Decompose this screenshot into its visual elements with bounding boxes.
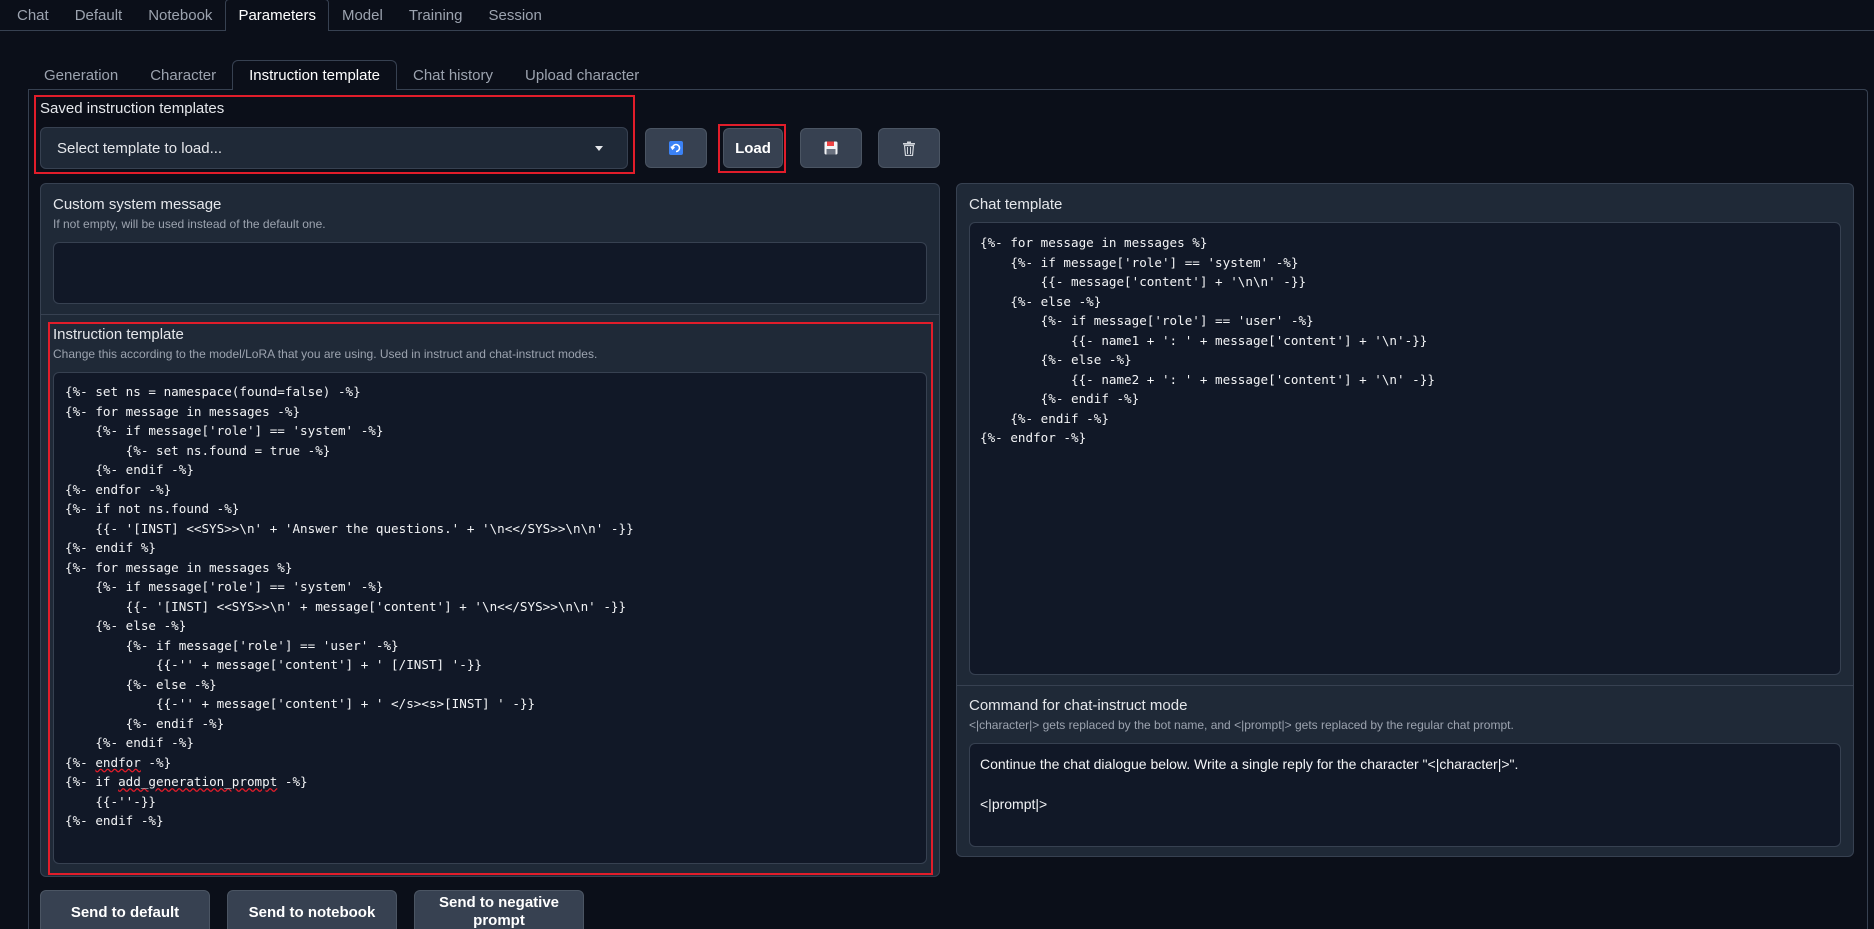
instruction-template-code: {%- set ns = namespace(found=false) -%} … (65, 382, 634, 831)
instruction-template-code-tail: {{-''-}} {%- endif -%} (65, 793, 164, 829)
tab-model[interactable]: Model (329, 0, 396, 30)
tab-chat-history[interactable]: Chat history (397, 60, 509, 90)
send-to-notebook-button[interactable]: Send to notebook (227, 890, 397, 929)
tab-chat[interactable]: Chat (4, 0, 62, 30)
send-to-default-button[interactable]: Send to default (40, 890, 210, 929)
refresh-icon (669, 141, 683, 155)
load-button-label: Load (735, 139, 771, 157)
load-button[interactable]: Load (723, 128, 783, 168)
custom-system-message-info: If not empty, will be used instead of th… (53, 217, 326, 231)
instruction-template-editor[interactable]: {%- set ns = namespace(found=false) -%} … (53, 372, 927, 864)
template-select-value: Select template to load... (57, 139, 223, 157)
trash-icon (903, 141, 915, 156)
tab-instruction-template[interactable]: Instruction template (232, 60, 397, 90)
tab-parameters[interactable]: Parameters (225, 0, 329, 31)
instruction-template-code-main: {%- set ns = namespace(found=false) -%} … (65, 384, 634, 750)
template-select-dropdown[interactable]: Select template to load... (40, 127, 628, 169)
chat-instruct-command-info: <|character|> gets replaced by the bot n… (969, 718, 1514, 732)
instruction-template-line-endfor-pre: {%- (65, 754, 96, 770)
chevron-down-icon (595, 145, 603, 151)
saved-templates-label: Saved instruction templates (40, 100, 225, 117)
instruction-template-info: Change this according to the model/LoRA … (53, 347, 598, 361)
right-panel-divider (957, 685, 1853, 686)
chat-template-editor[interactable]: {%- for message in messages %} {%- if me… (969, 222, 1841, 675)
tab-generation[interactable]: Generation (28, 60, 134, 90)
instruction-template-line-if-pre: {%- if (65, 774, 119, 789)
send-to-negative-prompt-button[interactable]: Send to negative prompt (414, 890, 584, 929)
refresh-button[interactable] (645, 128, 707, 168)
tab-character[interactable]: Character (134, 60, 232, 90)
instruction-template-line-endfor-post: -%} (148, 754, 172, 770)
left-panel-divider (41, 314, 939, 315)
chat-instruct-command-input[interactable]: Continue the chat dialogue below. Write … (969, 743, 1841, 847)
custom-system-message-label: Custom system message (53, 196, 222, 213)
tab-default[interactable]: Default (62, 0, 136, 30)
tab-training[interactable]: Training (396, 0, 476, 30)
chat-instruct-command-label: Command for chat-instruct mode (969, 697, 1188, 714)
tab-session[interactable]: Session (475, 0, 554, 30)
top-tab-bar: Chat Default Notebook Parameters Model T… (0, 0, 1874, 31)
instruction-template-line-if-post: -%} (284, 774, 308, 789)
spellcheck-add-generation-prompt: add_generation_prompt (118, 774, 278, 789)
spellcheck-endfor: endfor (95, 754, 141, 770)
tab-upload-character[interactable]: Upload character (509, 60, 655, 90)
chat-instruct-command-value: Continue the chat dialogue below. Write … (980, 756, 1519, 812)
chat-template-label: Chat template (969, 196, 1063, 213)
tab-notebook[interactable]: Notebook (135, 0, 225, 30)
instruction-template-label: Instruction template (53, 326, 184, 343)
parameters-sub-tab-bar: Generation Character Instruction templat… (28, 60, 1874, 90)
delete-button[interactable] (878, 128, 940, 168)
save-button[interactable] (800, 128, 862, 168)
floppy-disk-icon (824, 141, 838, 155)
custom-system-message-input[interactable] (53, 242, 927, 304)
chat-template-code: {%- for message in messages %} {%- if me… (980, 235, 1435, 445)
